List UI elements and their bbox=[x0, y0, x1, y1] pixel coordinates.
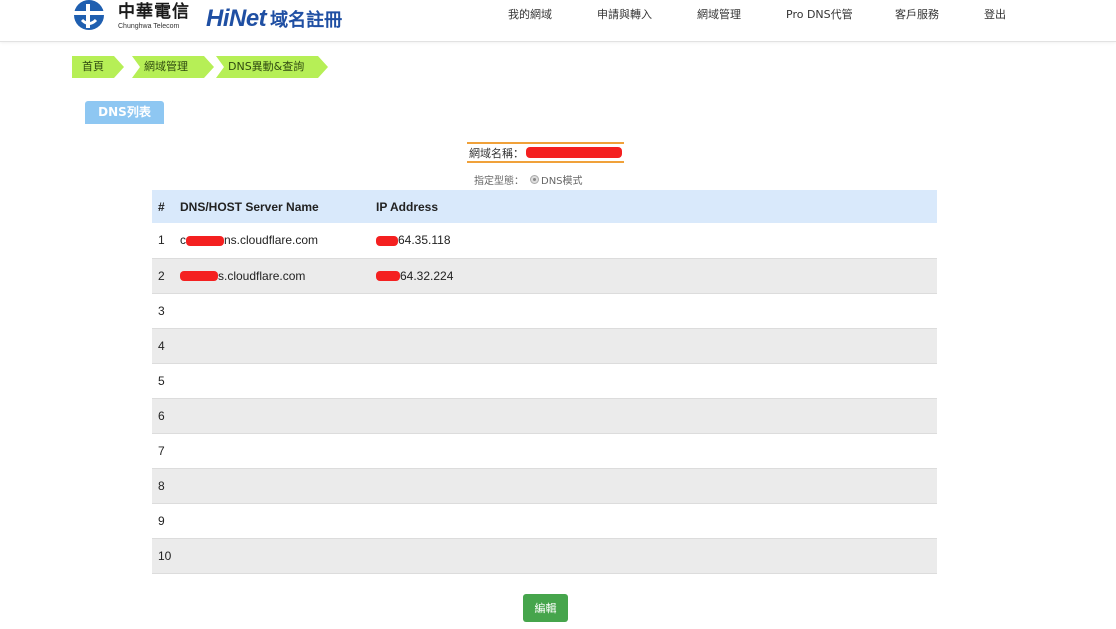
breadcrumb-dns-change[interactable]: DNS異動&查詢 bbox=[216, 56, 328, 78]
row-host: c ns.cloudflare.com bbox=[176, 223, 376, 259]
row-host bbox=[176, 468, 376, 504]
dns-table: # DNS/HOST Server Name IP Address 1 c ns.… bbox=[152, 190, 937, 574]
dns-mode-radio[interactable] bbox=[530, 175, 539, 184]
row-host bbox=[176, 363, 376, 399]
main-nav: 我的網域 申請與轉入 網域管理 Pro DNS代管 客戶服務 登出 bbox=[0, 6, 1116, 22]
table-row: 5 bbox=[152, 363, 937, 399]
table-row: 9 bbox=[152, 503, 937, 539]
breadcrumb-domain-management[interactable]: 網域管理 bbox=[132, 56, 214, 78]
table-row: 2 s.cloudflare.com 64.32.224 bbox=[152, 258, 937, 294]
ip-suffix: 64.35.118 bbox=[398, 233, 451, 248]
table-row: 4 bbox=[152, 328, 937, 364]
nav-customer-service[interactable]: 客戶服務 bbox=[895, 6, 939, 22]
table-row: 7 bbox=[152, 433, 937, 469]
row-num: 3 bbox=[152, 293, 176, 329]
row-num: 2 bbox=[152, 258, 176, 294]
domain-name-row: 網域名稱： bbox=[467, 142, 624, 163]
table-row: 6 bbox=[152, 398, 937, 434]
row-num: 10 bbox=[152, 538, 176, 574]
row-ip bbox=[376, 433, 937, 469]
row-ip bbox=[376, 538, 937, 574]
top-header: 中華電信 Chunghwa Telecom HiNet 域名註冊 我的網域 申請… bbox=[0, 0, 1116, 42]
row-host bbox=[176, 433, 376, 469]
row-num: 7 bbox=[152, 433, 176, 469]
host-redaction bbox=[186, 236, 224, 247]
header-num: # bbox=[152, 190, 176, 223]
row-host bbox=[176, 503, 376, 539]
row-num: 6 bbox=[152, 398, 176, 434]
table-header-row: # DNS/HOST Server Name IP Address bbox=[152, 190, 937, 223]
row-num: 9 bbox=[152, 503, 176, 539]
row-ip bbox=[376, 468, 937, 504]
domain-name-label: 網域名稱： bbox=[469, 146, 524, 160]
ip-redaction bbox=[376, 236, 398, 247]
table-row: 10 bbox=[152, 538, 937, 574]
host-suffix: ns.cloudflare.com bbox=[224, 233, 319, 248]
table-row: 3 bbox=[152, 293, 937, 329]
host-redaction bbox=[180, 271, 218, 282]
row-ip bbox=[376, 293, 937, 329]
row-host bbox=[176, 328, 376, 364]
row-ip: 64.32.224 bbox=[376, 258, 937, 294]
row-ip bbox=[376, 328, 937, 364]
brand-en: Chunghwa Telecom bbox=[118, 23, 180, 30]
row-host bbox=[176, 398, 376, 434]
header-host: DNS/HOST Server Name bbox=[176, 190, 376, 223]
header-ip: IP Address bbox=[376, 190, 937, 223]
host-suffix: s.cloudflare.com bbox=[218, 268, 306, 283]
row-ip bbox=[376, 503, 937, 539]
row-num: 4 bbox=[152, 328, 176, 364]
table-row: 1 c ns.cloudflare.com 64.35.118 bbox=[152, 223, 937, 259]
ip-redaction bbox=[376, 271, 400, 282]
nav-apply-transfer[interactable]: 申請與轉入 bbox=[597, 6, 652, 22]
mode-label: 指定型態： bbox=[474, 176, 524, 187]
nav-pro-dns[interactable]: Pro DNS代管 bbox=[786, 6, 853, 22]
row-ip bbox=[376, 363, 937, 399]
row-ip bbox=[376, 398, 937, 434]
row-num: 8 bbox=[152, 468, 176, 504]
domain-name-redaction bbox=[526, 147, 622, 158]
row-host bbox=[176, 293, 376, 329]
nav-domain-management[interactable]: 網域管理 bbox=[697, 6, 741, 22]
row-host bbox=[176, 538, 376, 574]
edit-button[interactable]: 編輯 bbox=[523, 594, 568, 622]
ip-suffix: 64.32.224 bbox=[400, 268, 454, 283]
row-host: s.cloudflare.com bbox=[176, 258, 376, 294]
row-num: 1 bbox=[152, 223, 176, 259]
row-num: 5 bbox=[152, 363, 176, 399]
table-row: 8 bbox=[152, 468, 937, 504]
section-title: DNS列表 bbox=[85, 101, 164, 124]
nav-my-domains[interactable]: 我的網域 bbox=[508, 6, 552, 22]
mode-value: DNS模式 bbox=[541, 176, 583, 187]
mode-row: 指定型態： DNS模式 bbox=[474, 172, 583, 187]
row-ip: 64.35.118 bbox=[376, 223, 937, 259]
nav-logout[interactable]: 登出 bbox=[984, 6, 1006, 22]
breadcrumb-home[interactable]: 首頁 bbox=[72, 56, 124, 78]
